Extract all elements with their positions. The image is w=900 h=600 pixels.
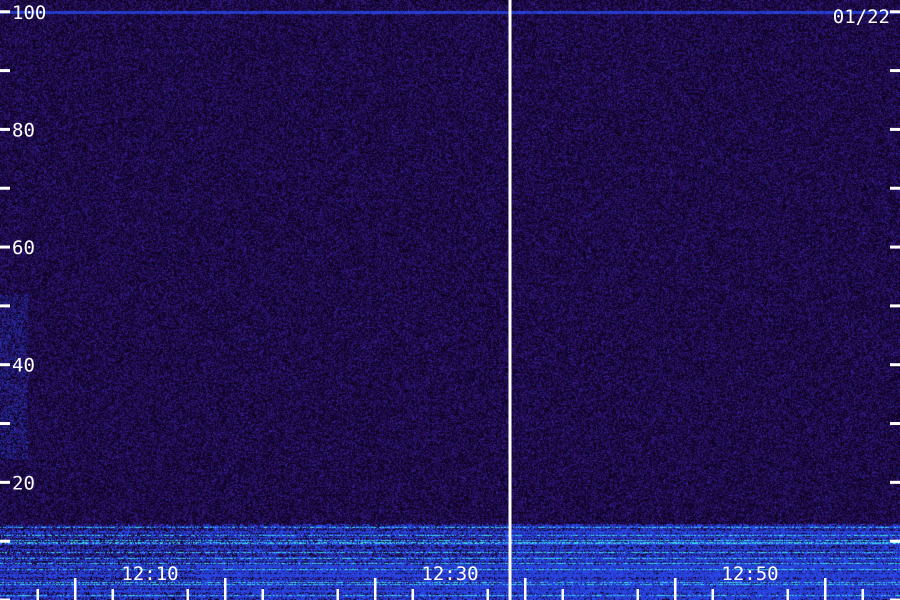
y-tick-right (890, 69, 900, 73)
x-tick-major (824, 578, 827, 600)
y-tick-right (890, 304, 900, 308)
x-tick-minor (111, 589, 114, 600)
chart-overlay: 20 40 60 80 100 12:10 12:30 12:50 01/22 (0, 0, 900, 600)
x-tick-minor (561, 589, 564, 600)
y-tick-label: 100 (12, 2, 46, 24)
y-tick-left (0, 480, 10, 484)
y-tick-right (890, 480, 900, 484)
x-tick-minor (636, 589, 639, 600)
x-tick-major (374, 578, 377, 600)
y-tick-left (0, 245, 10, 249)
x-tick-major (224, 578, 227, 600)
y-tick-right (890, 539, 900, 543)
y-axis-labels: 20 40 60 80 100 (12, 2, 46, 495)
y-tick-left (0, 422, 10, 426)
x-tick-minor (411, 589, 414, 600)
y-tick-right (890, 422, 900, 426)
x-axis-labels: 12:10 12:30 12:50 (121, 563, 778, 585)
y-tick-right (890, 127, 900, 131)
y-tick-right (890, 363, 900, 367)
y-tick-right (890, 245, 900, 249)
y-tick-right (890, 10, 900, 14)
x-tick-major (674, 578, 677, 600)
y-tick-left (0, 363, 10, 367)
x-tick-major (74, 578, 77, 600)
x-tick-minor (186, 589, 189, 600)
y-tick-right (890, 186, 900, 190)
x-tick-minor (861, 589, 864, 600)
x-tick-minor (786, 589, 789, 600)
y-tick-left (0, 304, 10, 308)
y-tick-left (0, 539, 10, 543)
y-tick-left (0, 127, 10, 131)
y-tick-left (0, 186, 10, 190)
x-tick-label: 12:50 (721, 563, 778, 585)
y-tick-label: 40 (12, 355, 35, 377)
y-tick-left (0, 10, 10, 14)
x-tick-minor (486, 589, 489, 600)
date-label: 01/22 (833, 6, 890, 28)
x-tick-label: 12:10 (121, 563, 178, 585)
y-tick-label: 60 (12, 237, 35, 259)
x-tick-minor (36, 589, 39, 600)
x-tick-minor (711, 589, 714, 600)
x-tick-minor (261, 589, 264, 600)
y-tick-left (0, 69, 10, 73)
x-tick-major (524, 578, 527, 600)
x-tick-label: 12:30 (421, 563, 478, 585)
x-tick-minor (336, 589, 339, 600)
y-tick-label: 80 (12, 119, 35, 141)
time-marker-layer (508, 0, 512, 600)
y-axis-ticks (0, 10, 900, 600)
y-tick-label: 20 (12, 472, 35, 494)
time-marker-line (508, 0, 512, 600)
